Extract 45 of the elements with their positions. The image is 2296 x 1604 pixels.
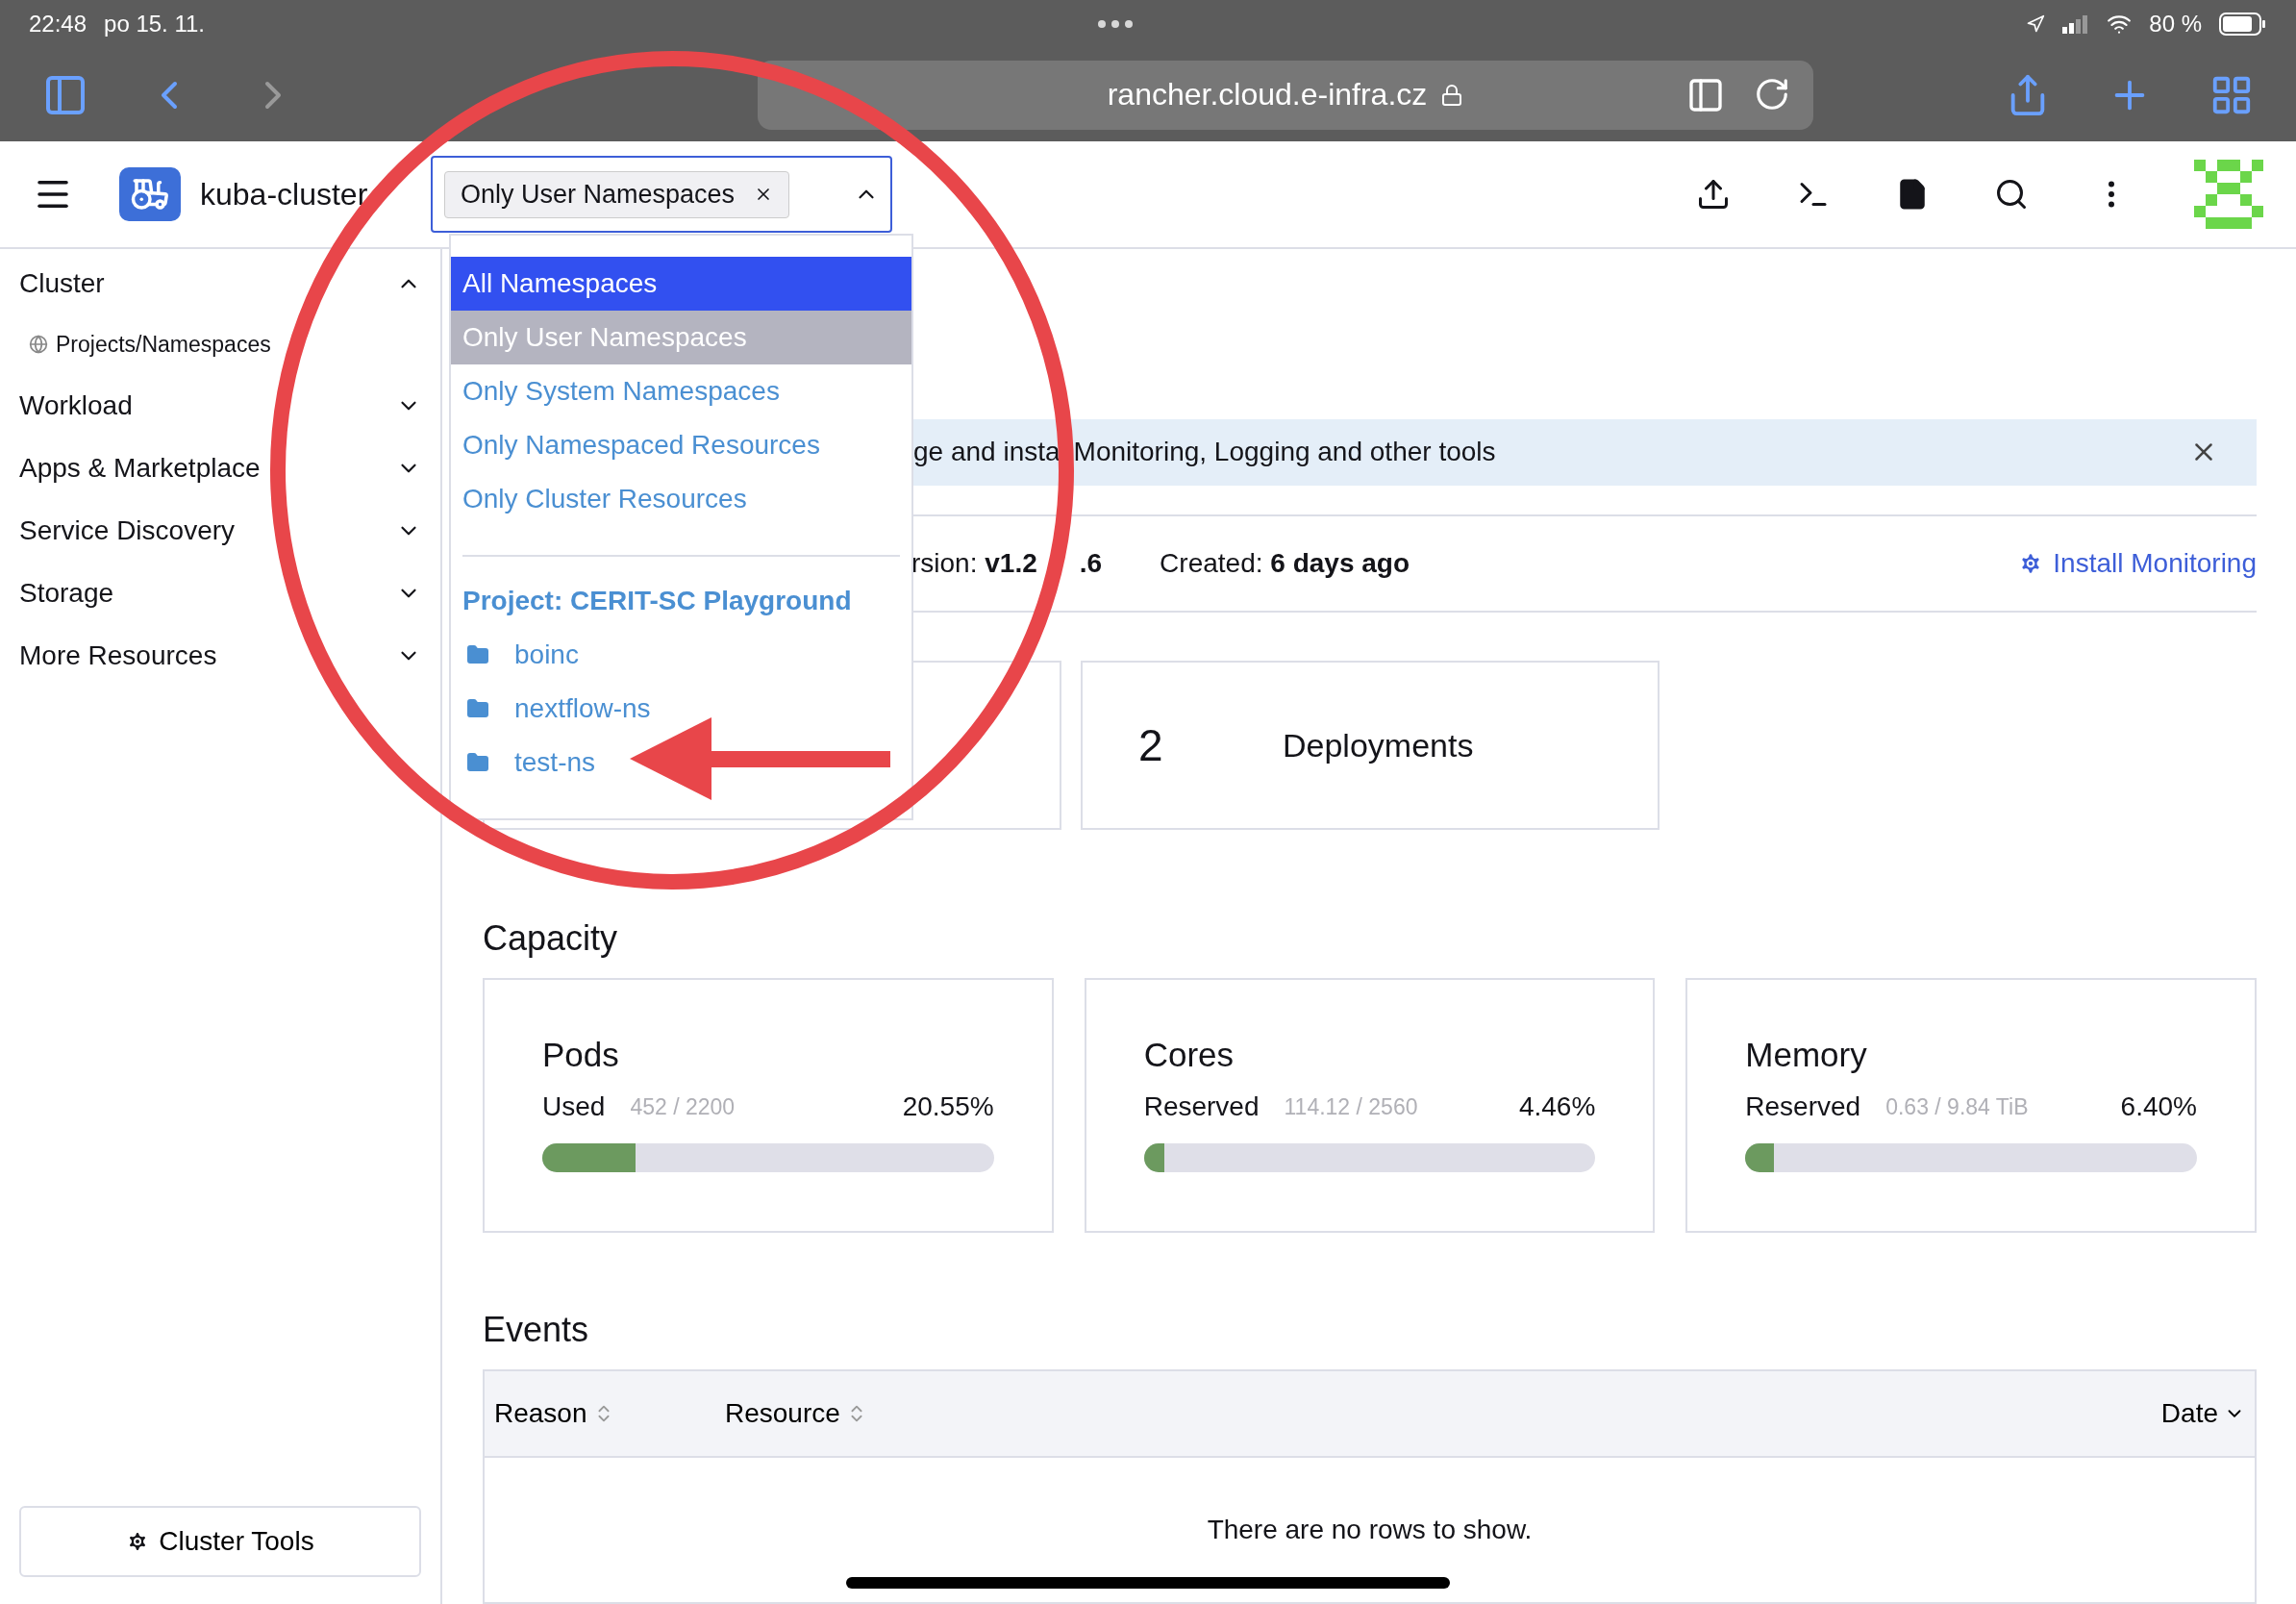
- multitasking-icon[interactable]: [1098, 20, 1134, 28]
- resource-count-card[interactable]: 2 Deployments: [1081, 661, 1660, 830]
- project-heading: Project: CERIT-SC Playground: [462, 585, 853, 617]
- column-header[interactable]: Resource: [725, 1398, 956, 1429]
- clock-time: 22:48: [29, 11, 87, 38]
- section-title: Events: [483, 1310, 590, 1350]
- sidebar-group[interactable]: Workload: [0, 374, 440, 437]
- folder-icon: [466, 697, 489, 720]
- sidebar-group[interactable]: Storage: [0, 562, 440, 624]
- capacity-card: Cores Reserved 114.12 / 2560 4.46%: [1084, 978, 1656, 1233]
- capacity-card: Memory Reserved 0.63 / 9.84 TiB 6.40%: [1685, 978, 2257, 1233]
- banner-text: Monitoring, Logging and other tools: [1073, 437, 1496, 468]
- date: po 15. 11.: [104, 11, 206, 38]
- kubernetes-version: rsion: v1.2: [911, 547, 1037, 579]
- chip-label: Only User Namespaces: [461, 179, 736, 210]
- section-title: Capacity: [483, 918, 619, 959]
- cluster-name: kuba-cluster: [200, 176, 369, 213]
- folder-icon: [466, 751, 489, 774]
- address-bar[interactable]: rancher.cloud.e-infra.cz: [758, 60, 1813, 130]
- cluster-tools-button[interactable]: Cluster Tools: [19, 1506, 421, 1577]
- menu-option[interactable]: All Namespaces: [451, 257, 911, 311]
- capacity-card: Pods Used 452 / 2200 20.55%: [483, 978, 1054, 1233]
- sidebar-group[interactable]: More Resources: [0, 624, 440, 687]
- kubernetes-version: .6: [1079, 547, 1103, 579]
- lock-icon: [1440, 83, 1464, 107]
- column-header[interactable]: Date: [2160, 1398, 2245, 1429]
- sidebar-group[interactable]: Service Discovery: [0, 499, 440, 562]
- tractor-logo-icon: [119, 167, 181, 221]
- column-header[interactable]: Reason: [494, 1398, 725, 1429]
- folder-icon: [466, 643, 489, 666]
- empty-message: There are no rows to show.: [1207, 1515, 1533, 1545]
- battery-icon: [2219, 13, 2267, 36]
- install-monitoring-link[interactable]: Install Monitoring: [2018, 547, 2257, 579]
- search-icon[interactable]: [1994, 177, 2029, 212]
- sidebar-group[interactable]: Apps & Marketplace: [0, 437, 440, 499]
- signal-icon: [2062, 14, 2090, 34]
- banner-text: ge and insta: [913, 437, 1061, 468]
- namespace-select[interactable]: Only User Namespaces: [431, 156, 892, 233]
- created-age: Created: 6 days ago: [1160, 547, 1410, 579]
- globe-icon: [29, 335, 48, 354]
- location-icon: [2026, 14, 2046, 34]
- battery-percent: 80 %: [2149, 11, 2202, 38]
- sidebar-item[interactable]: Projects/Namespaces: [0, 314, 440, 374]
- upload-icon[interactable]: [1696, 177, 1731, 212]
- sidebar-group[interactable]: Cluster: [0, 252, 440, 314]
